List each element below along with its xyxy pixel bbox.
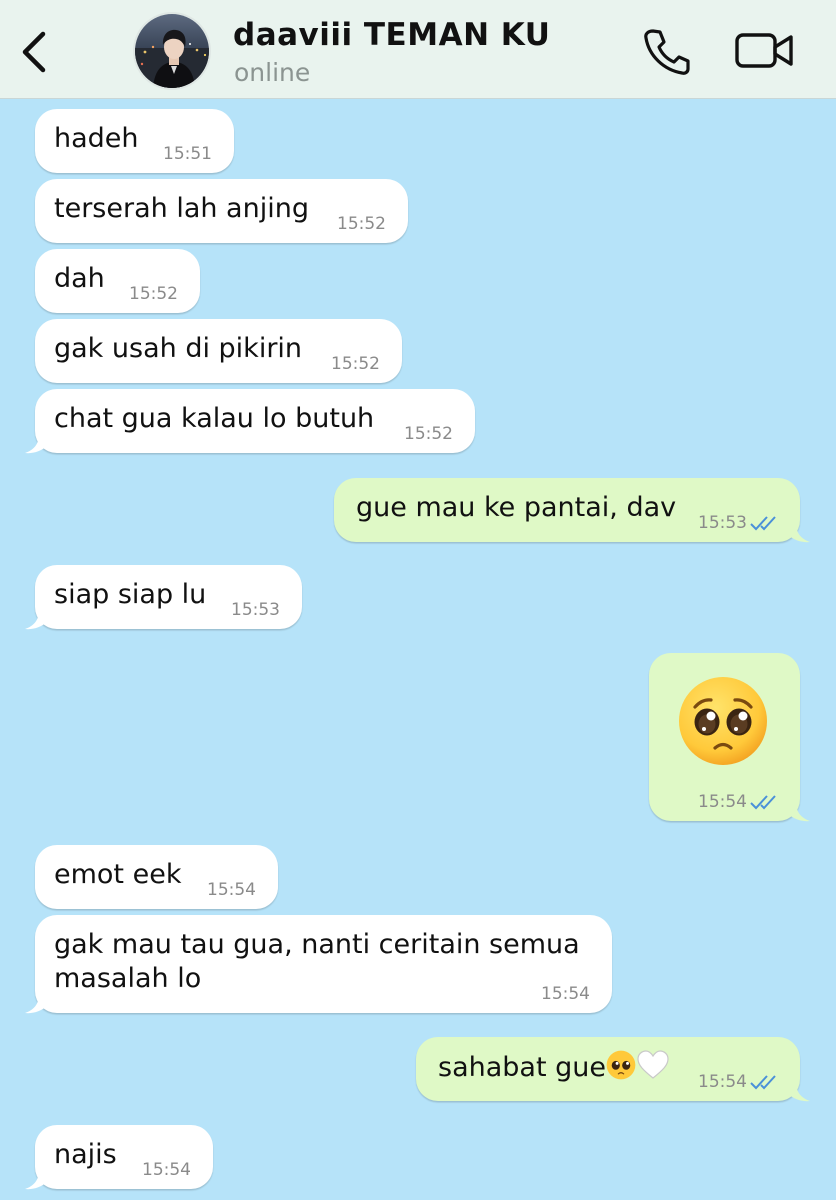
incoming-message[interactable]: siap siap lu 15:53	[25, 565, 302, 630]
incoming-message[interactable]: emot eek 15:54	[35, 845, 278, 909]
outgoing-message[interactable]: gue mau ke pantai, dav 15:53	[334, 478, 810, 543]
message-text-line: gak mau tau gua, nanti ceritain semua	[54, 929, 580, 960]
message-time: 15:54	[142, 1160, 191, 1180]
bubble-tail	[25, 434, 47, 454]
read-receipt-icon	[750, 795, 776, 810]
incoming-message[interactable]: hadeh 15:51	[35, 109, 234, 173]
message-text: sahabat gue	[438, 1050, 670, 1085]
message-text: gue mau ke pantai, dav	[356, 492, 677, 523]
message-text: terserah lah anjing	[54, 193, 309, 224]
video-camera-icon	[735, 33, 793, 68]
outgoing-emoji-message[interactable]: 15:54	[649, 653, 810, 822]
message-time: 15:54	[698, 1072, 747, 1092]
bubble-tail	[788, 802, 810, 822]
contact-name[interactable]: daaviii TEMAN KU	[233, 17, 550, 53]
read-receipt-icon	[750, 1075, 776, 1090]
white-heart-icon	[637, 1050, 669, 1079]
bubble-tail	[788, 1082, 810, 1102]
message-time: 15:54	[541, 984, 590, 1004]
message-text: dah	[54, 263, 105, 294]
message-text: chat gua kalau lo butuh	[54, 403, 375, 434]
pleading-face-icon	[679, 677, 767, 765]
bubble-tail	[25, 610, 47, 630]
message-text: emot eek	[54, 859, 182, 890]
read-receipt-icon	[750, 516, 776, 531]
message-text-line: masalah lo	[54, 963, 202, 994]
bubble-tail	[25, 994, 47, 1014]
message-time: 15:53	[231, 600, 280, 620]
chevron-left-icon	[22, 31, 46, 73]
voice-call-button[interactable]	[640, 27, 692, 77]
message-time: 15:52	[337, 214, 386, 234]
message-time: 15:54	[698, 792, 747, 812]
contact-status: online	[234, 58, 311, 87]
outgoing-message[interactable]: sahabat gue 15:54	[416, 1037, 810, 1102]
pleading-face-icon	[606, 1050, 636, 1080]
message-text-content: sahabat gue	[438, 1052, 606, 1083]
message-time: 15:52	[331, 354, 380, 374]
message-text: najis	[54, 1139, 117, 1170]
incoming-message[interactable]: gak mau tau gua, nanti ceritain semua ma…	[25, 915, 612, 1014]
bubble-tail	[788, 523, 810, 543]
message-time: 15:52	[129, 284, 178, 304]
video-call-button[interactable]	[734, 31, 796, 71]
message-text: gak usah di pikirin	[54, 333, 303, 364]
message-text: siap siap lu	[54, 579, 207, 610]
message-time: 15:51	[163, 144, 212, 164]
message-text: hadeh	[54, 123, 139, 154]
message-time: 15:52	[404, 424, 453, 444]
bubble-tail	[25, 1170, 47, 1190]
message-time: 15:54	[207, 880, 256, 900]
incoming-message[interactable]: dah 15:52	[35, 249, 200, 313]
contact-avatar[interactable]	[133, 12, 211, 90]
phone-icon	[644, 29, 690, 75]
message-time: 15:53	[698, 513, 747, 533]
incoming-message[interactable]: chat gua kalau lo butuh 15:52	[25, 389, 475, 454]
incoming-message[interactable]: najis 15:54	[25, 1125, 213, 1190]
incoming-message[interactable]: terserah lah anjing 15:52	[35, 179, 408, 243]
chat-header: daaviii TEMAN KU online	[0, 0, 836, 99]
back-button[interactable]	[14, 28, 54, 76]
avatar-photo	[135, 14, 209, 88]
incoming-message[interactable]: gak usah di pikirin 15:52	[35, 319, 402, 383]
